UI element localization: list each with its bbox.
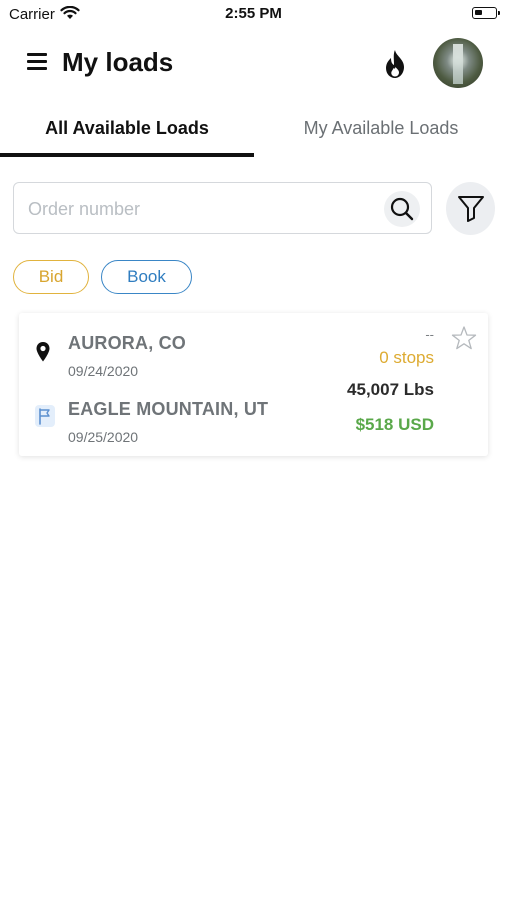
stops-count: 0 stops <box>379 348 434 367</box>
active-tab-indicator <box>0 153 254 157</box>
location-pin-icon <box>36 342 50 362</box>
search-icon <box>390 197 414 221</box>
load-weight: 45,007 Lbs <box>347 380 434 399</box>
tab-all-available-loads[interactable]: All Available Loads <box>0 105 254 154</box>
star-icon[interactable] <box>451 325 477 351</box>
page-title: My loads <box>62 47 174 77</box>
search-button[interactable] <box>384 191 420 227</box>
status-bar: Carrier 2:55 PM <box>0 0 507 28</box>
load-price: $518 USD <box>355 415 434 434</box>
bid-filter-chip[interactable]: Bid <box>13 260 89 294</box>
search-box <box>13 182 432 234</box>
clock: 2:55 PM <box>225 5 282 22</box>
fire-icon[interactable] <box>381 49 409 79</box>
avatar[interactable] <box>433 38 483 88</box>
book-filter-chip[interactable]: Book <box>101 260 192 294</box>
filter-button[interactable] <box>446 182 495 235</box>
menu-icon[interactable] <box>27 53 47 71</box>
app-header: My loads <box>0 34 507 92</box>
origin-city: AURORA, CO <box>68 333 186 353</box>
destination-city: EAGLE MOUNTAIN, UT <box>68 399 269 419</box>
battery-icon <box>472 7 500 19</box>
tab-my-available-loads[interactable]: My Available Loads <box>254 105 507 154</box>
order-number-input[interactable] <box>26 195 370 223</box>
origin-date: 09/24/2020 <box>68 363 139 379</box>
tab-bar: All Available Loads My Available Loads <box>0 105 507 157</box>
load-dash: -- <box>425 327 434 342</box>
destination-date: 09/25/2020 <box>68 429 139 445</box>
flag-icon <box>35 405 55 427</box>
filter-icon <box>458 196 484 222</box>
load-card[interactable]: AURORA, CO 09/24/2020 EAGLE MOUNTAIN, UT… <box>19 313 488 456</box>
